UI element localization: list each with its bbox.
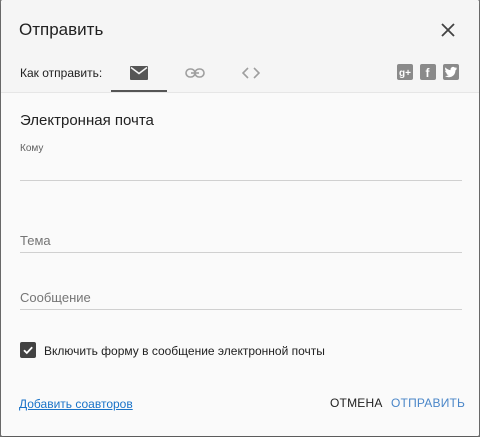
dialog-body: Электронная почта Кому Включить форму в …	[1, 93, 479, 436]
checkmark-icon	[23, 346, 33, 355]
email-section-title: Электронная почта	[20, 112, 154, 129]
link-icon	[185, 68, 205, 78]
message-field-underline	[20, 309, 462, 310]
tab-link[interactable]	[167, 55, 223, 91]
to-field-label: Кому	[20, 143, 44, 154]
google-plus-share-button[interactable]: g+	[397, 64, 413, 80]
twitter-share-button[interactable]	[443, 64, 459, 80]
subject-field-underline	[20, 252, 462, 253]
include-form-label: Включить форму в сообщение электронной п…	[44, 344, 325, 358]
message-field-input[interactable]	[20, 285, 462, 309]
mail-icon	[130, 66, 148, 80]
add-collaborators-link[interactable]: Добавить соавторов	[19, 397, 133, 411]
to-field-underline	[20, 180, 462, 181]
send-button[interactable]: ОТПРАВИТЬ	[391, 396, 465, 410]
google-plus-icon: g+	[399, 68, 411, 79]
twitter-icon	[445, 66, 457, 78]
close-icon	[441, 23, 455, 37]
to-field-input[interactable]	[20, 155, 462, 179]
active-tab-indicator	[111, 90, 167, 92]
subject-field-input[interactable]	[20, 228, 462, 252]
svg-text:g+: g+	[399, 68, 411, 79]
dialog-header: Отправить Как отправить: g+ f	[1, 0, 479, 93]
send-via-label: Как отправить:	[20, 66, 103, 80]
send-dialog: Отправить Как отправить: g+ f Электронна…	[1, 0, 479, 436]
tab-embed[interactable]	[223, 55, 279, 91]
cancel-button[interactable]: ОТМЕНА	[330, 396, 383, 410]
code-icon	[242, 67, 260, 79]
dialog-title: Отправить	[19, 20, 104, 39]
facebook-share-button[interactable]: f	[420, 64, 436, 80]
tab-email[interactable]	[111, 55, 167, 92]
close-button[interactable]	[437, 19, 459, 41]
svg-text:f: f	[426, 66, 431, 79]
include-form-checkbox[interactable]	[20, 342, 36, 358]
facebook-icon: f	[426, 66, 431, 79]
